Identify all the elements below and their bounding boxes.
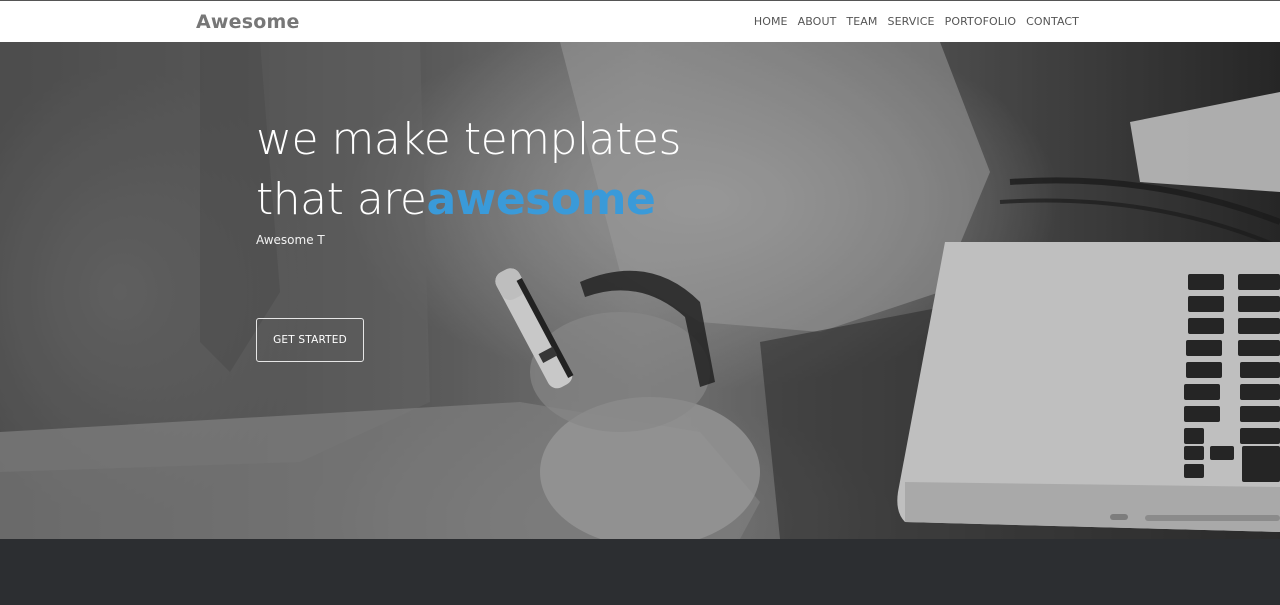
nav-item-team[interactable]: TEAM [846,15,877,28]
hero-section: we make templates that areawesome Awesom… [0,42,1280,539]
brand-logo[interactable]: Awesome [196,11,300,33]
nav-item-home[interactable]: HOME [754,15,788,28]
main-nav: HOME ABOUT TEAM SERVICE PORTOFOLIO CONTA… [754,15,1079,28]
top-navbar: Awesome HOME ABOUT TEAM SERVICE PORTOFOL… [0,0,1280,42]
nav-item-service[interactable]: SERVICE [888,15,935,28]
nav-item-contact[interactable]: CONTACT [1026,15,1079,28]
nav-item-portofolio[interactable]: PORTOFOLIO [945,15,1017,28]
get-started-button[interactable]: GET STARTED [256,318,364,362]
hero-subtitle: Awesome T [256,233,325,247]
hero-headline: we make templates that areawesome [256,110,681,230]
nav-item-about[interactable]: ABOUT [798,15,837,28]
hero-headline-accent: awesome [426,174,656,225]
hero-headline-line2-prefix: that are [256,174,427,225]
hero-headline-line1: we make templates [256,114,681,165]
footer-band [0,539,1280,605]
